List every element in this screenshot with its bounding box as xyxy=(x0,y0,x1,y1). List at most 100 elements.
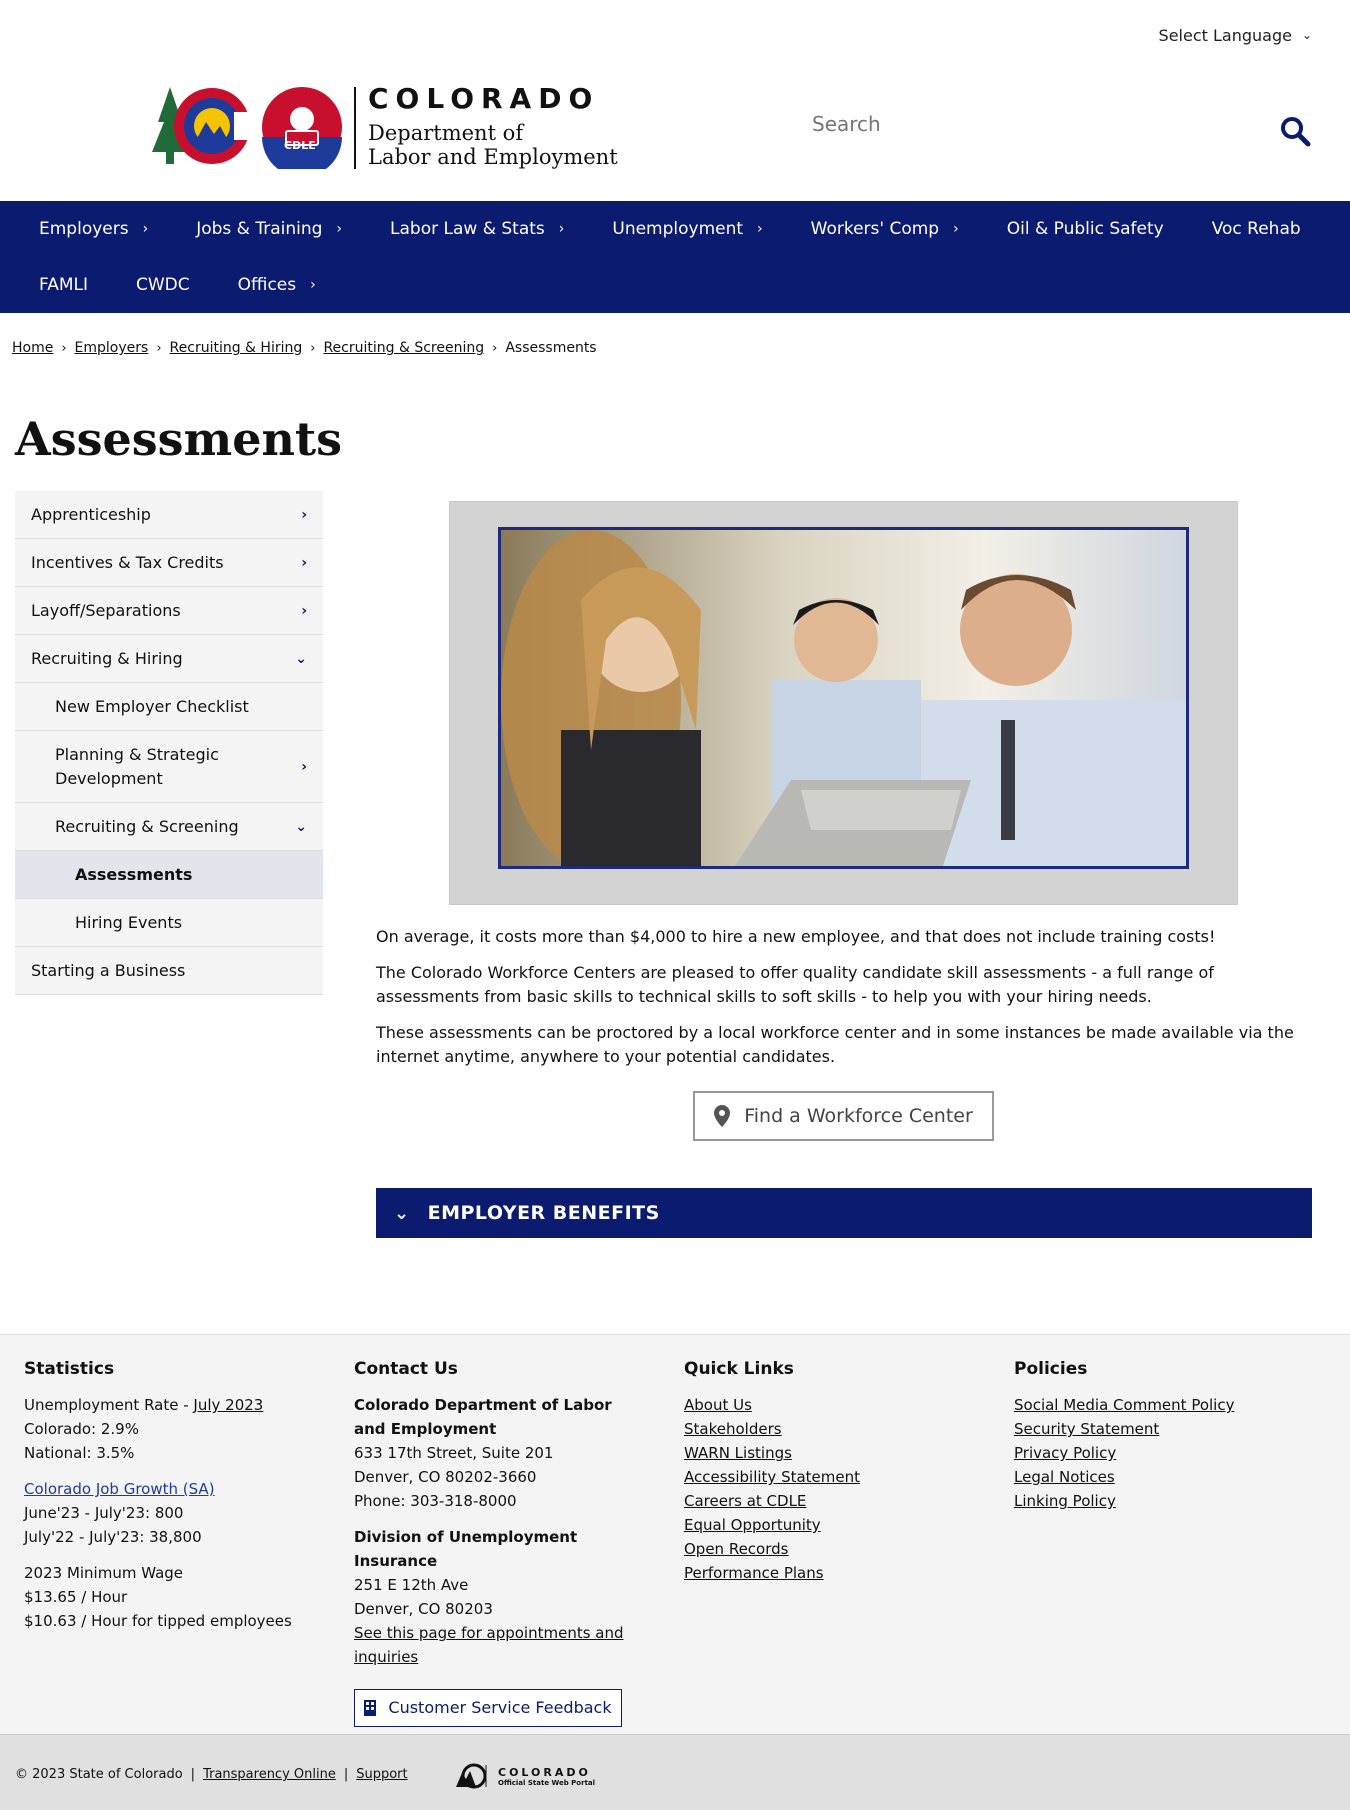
bottom-bar: © 2023 State of Colorado | Transparency … xyxy=(0,1734,1350,1810)
sidebar-item-apprenticeship[interactable]: Apprenticeship › xyxy=(15,491,323,539)
sidebar-item-label: Apprenticeship xyxy=(31,505,151,524)
footer-policies: Policies Social Media Comment Policy Sec… xyxy=(1014,1357,1314,1513)
logo-wordmark: COLORADO Department of Labor and Employm… xyxy=(368,82,618,169)
job-growth-monthly: June'23 - July'23: 800 xyxy=(24,1504,184,1522)
min-wage-tipped: $10.63 / Hour for tipped employees xyxy=(24,1612,292,1630)
support-link[interactable]: Support xyxy=(356,1767,407,1782)
policy-link-security[interactable]: Security Statement xyxy=(1014,1417,1314,1441)
nav-item-offices[interactable]: Offices › xyxy=(238,257,316,313)
footer-quick-links: Quick Links About Us Stakeholders WARN L… xyxy=(684,1357,964,1585)
logo-dept-line1: Department of xyxy=(368,121,524,145)
min-wage-standard: $13.65 / Hour xyxy=(24,1588,128,1606)
breadcrumb: Home › Employers › Recruiting & Hiring › Re… xyxy=(12,340,597,356)
nav-item-label: Jobs & Training xyxy=(196,219,323,239)
quick-link-equal-opportunity[interactable]: Equal Opportunity xyxy=(684,1513,964,1537)
breadcrumb-separator: › xyxy=(310,340,316,356)
nav-item-voc-rehab[interactable]: Voc Rehab xyxy=(1212,201,1301,257)
transparency-online-link[interactable]: Transparency Online xyxy=(203,1767,336,1782)
sidebar-item-starting-business[interactable]: Starting a Business xyxy=(15,947,323,995)
intro-paragraph-cost: On average, it costs more than $4,000 to… xyxy=(376,927,1216,946)
breadcrumb-separator: › xyxy=(61,340,67,356)
employer-benefits-accordion[interactable]: ⌄ EMPLOYER BENEFITS xyxy=(376,1188,1312,1238)
find-workforce-center-button[interactable]: Find a Workforce Center xyxy=(693,1091,994,1141)
customer-feedback-button[interactable]: Customer Service Feedback xyxy=(354,1689,622,1727)
chevron-right-icon: › xyxy=(142,221,149,237)
contact-city-ui: Denver, CO 80203 xyxy=(354,1600,493,1618)
quick-link-accessibility[interactable]: Accessibility Statement xyxy=(684,1465,964,1489)
find-workforce-center-label: Find a Workforce Center xyxy=(744,1105,973,1127)
sidebar-item-incentives[interactable]: Incentives & Tax Credits › xyxy=(15,539,323,587)
sidebar-item-recruiting-hiring[interactable]: Recruiting & Hiring ⌄ xyxy=(15,635,323,683)
policy-link-linking[interactable]: Linking Policy xyxy=(1014,1489,1314,1513)
nav-item-workers-comp[interactable]: Workers' Comp › xyxy=(811,201,959,257)
nav-item-jobs-training[interactable]: Jobs & Training › xyxy=(196,201,342,257)
contact-org-ui: Division of Unemployment Insurance xyxy=(354,1528,578,1570)
footer-contact: Contact Us Colorado Department of Labor … xyxy=(354,1357,644,1727)
appointments-link[interactable]: See this page for appointments and inqui… xyxy=(354,1621,644,1669)
policy-link-privacy[interactable]: Privacy Policy xyxy=(1014,1441,1314,1465)
contact-city-cdle: Denver, CO 80202-3660 xyxy=(354,1468,537,1486)
nav-item-famli[interactable]: FAMLI xyxy=(39,257,88,313)
search-icon[interactable] xyxy=(1278,114,1312,148)
sidebar-item-label: Assessments xyxy=(75,865,193,884)
footer-heading-policies: Policies xyxy=(1014,1359,1088,1379)
main-nav-list: Employers › Jobs & Training › Labor Law & St… xyxy=(0,201,1350,313)
nav-item-labor-law-stats[interactable]: Labor Law & Stats › xyxy=(390,201,564,257)
sidebar-item-label: Planning & Strategic Development xyxy=(55,744,219,788)
language-selector[interactable]: Select Language ⌄ xyxy=(1159,26,1312,45)
sidebar-item-new-employer-checklist[interactable]: New Employer Checklist xyxy=(15,683,323,731)
sidebar-item-hiring-events[interactable]: Hiring Events xyxy=(15,899,323,947)
nav-item-label: FAMLI xyxy=(39,275,88,295)
sidebar-nav: Apprenticeship › Incentives & Tax Credits… xyxy=(15,491,323,995)
building-icon xyxy=(364,1700,377,1716)
nav-item-oil-public-safety[interactable]: Oil & Public Safety xyxy=(1007,201,1164,257)
chevron-right-icon: › xyxy=(336,221,343,237)
breadcrumb-recruiting-screening[interactable]: Recruiting & Screening xyxy=(323,340,484,356)
quick-link-about-us[interactable]: About Us xyxy=(684,1393,964,1417)
breadcrumb-separator: › xyxy=(492,340,498,356)
breadcrumb-employers[interactable]: Employers xyxy=(75,340,149,356)
nav-item-label: Offices xyxy=(237,275,297,295)
quick-link-warn-listings[interactable]: WARN Listings xyxy=(684,1441,964,1465)
chevron-right-icon: › xyxy=(558,221,565,237)
chevron-down-icon: ⌄ xyxy=(295,650,307,667)
sidebar-item-label: Recruiting & Screening xyxy=(55,817,239,836)
colorado-portal-icon xyxy=(456,1763,487,1789)
breadcrumb-recruiting-hiring[interactable]: Recruiting & Hiring xyxy=(170,340,303,356)
chevron-down-icon: ⌄ xyxy=(1301,27,1312,42)
breadcrumb-home[interactable]: Home xyxy=(12,340,53,356)
sidebar-item-label: Hiring Events xyxy=(75,913,183,932)
nav-item-employers[interactable]: Employers › xyxy=(39,201,148,257)
quick-link-open-records[interactable]: Open Records xyxy=(684,1537,964,1561)
sidebar-item-assessments[interactable]: Assessments xyxy=(15,851,323,899)
cdle-logo[interactable]: CDLE COLORADO Department of Labor and Em… xyxy=(150,82,630,172)
sidebar-item-label: Recruiting & Hiring xyxy=(31,649,183,668)
portal-subtitle: Official State Web Portal xyxy=(498,1778,596,1787)
sidebar-item-planning[interactable]: Planning & Strategic Development › xyxy=(15,731,323,803)
portal-name: COLORADO xyxy=(498,1765,591,1779)
chevron-right-icon: › xyxy=(301,554,307,571)
map-pin-icon xyxy=(714,1105,731,1127)
hero-photo xyxy=(498,527,1189,869)
chevron-right-icon: › xyxy=(301,602,307,619)
colorado-portal-logo[interactable]: COLORADO Official State Web Portal xyxy=(454,1763,595,1789)
accordion-label: EMPLOYER BENEFITS xyxy=(427,1202,660,1224)
policy-link-legal[interactable]: Legal Notices xyxy=(1014,1465,1314,1489)
site-footer: Statistics Unemployment Rate - July 2023… xyxy=(0,1334,1350,1734)
policy-link-social-media[interactable]: Social Media Comment Policy xyxy=(1014,1393,1314,1417)
nav-item-unemployment[interactable]: Unemployment › xyxy=(612,201,762,257)
chevron-right-icon: › xyxy=(301,506,307,523)
quick-link-careers[interactable]: Careers at CDLE xyxy=(684,1489,964,1513)
search-input[interactable] xyxy=(812,112,1232,136)
job-growth-link[interactable]: Colorado Job Growth (SA) xyxy=(24,1477,324,1501)
nav-item-cwdc[interactable]: CWDC xyxy=(136,257,190,313)
nav-item-label: Oil & Public Safety xyxy=(1006,219,1164,239)
quick-link-stakeholders[interactable]: Stakeholders xyxy=(684,1417,964,1441)
sidebar-item-layoff[interactable]: Layoff/Separations › xyxy=(15,587,323,635)
breadcrumb-current: Assessments xyxy=(505,340,597,356)
cdle-badge-text: CDLE xyxy=(284,139,316,152)
sidebar-item-recruiting-screening[interactable]: Recruiting & Screening ⌄ xyxy=(15,803,323,851)
chevron-down-icon: ⌄ xyxy=(394,1202,410,1224)
quick-link-performance-plans[interactable]: Performance Plans xyxy=(684,1561,964,1585)
unemployment-month-link[interactable]: July 2023 xyxy=(193,1396,263,1414)
